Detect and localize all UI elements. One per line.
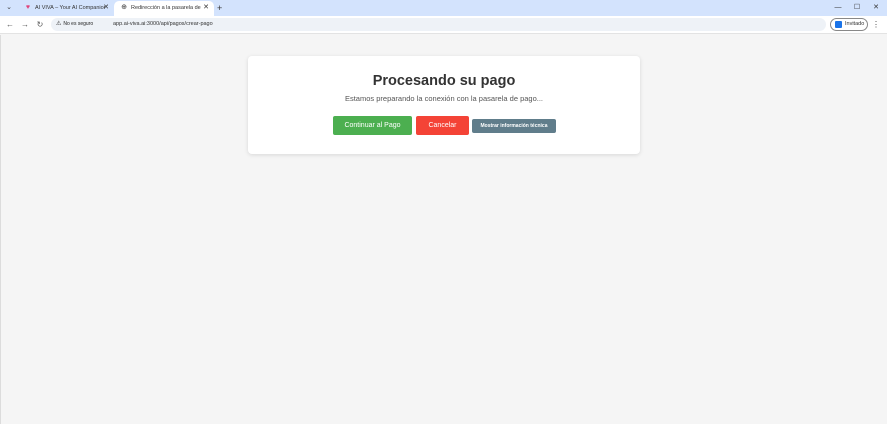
browser-titlebar: ⌄ ♥ AI VIVA – Your AI Companion f ✕ ⊕ Re… [0, 0, 887, 16]
forward-arrow-icon[interactable]: → [19, 19, 31, 31]
profile-avatar-icon [835, 21, 842, 28]
tab-payment-redirect[interactable]: ⊕ Redirección a la pasarela de pa ✕ [114, 1, 214, 16]
warning-icon: ⚠ [56, 21, 62, 27]
tab-title: Redirección a la pasarela de pa [131, 5, 201, 11]
browser-toolbar: ← → ↻ ⚠ No es seguro app.ai-viva.ai:3000/… [0, 16, 887, 34]
profile-label: Invitado [845, 21, 865, 27]
back-arrow-icon[interactable]: ← [4, 19, 16, 31]
close-icon[interactable]: ✕ [103, 1, 109, 15]
page-title: Procesando su pago [372, 73, 516, 89]
browser-menu-icon[interactable]: ⋮ [872, 19, 880, 31]
security-label: No es seguro [63, 21, 94, 27]
maximize-icon[interactable]: ☐ [847, 1, 867, 15]
show-technical-info-button[interactable]: Mostrar información técnica [472, 119, 556, 133]
address-bar[interactable]: ⚠ No es seguro app.ai-viva.ai:3000/api/pa… [51, 18, 826, 31]
security-indicator[interactable]: ⚠ No es seguro [53, 19, 96, 30]
close-icon[interactable]: ✕ [203, 1, 209, 15]
cancel-button[interactable]: Cancelar [416, 116, 469, 135]
page-subtitle: Estamos preparando la conexión con la pa… [344, 94, 544, 103]
tab-title: AI VIVA – Your AI Companion f [35, 5, 105, 11]
continue-payment-button[interactable]: Continuar al Pago [333, 116, 412, 135]
heart-icon: ♥ [25, 4, 31, 11]
minimize-icon[interactable]: — [828, 1, 848, 15]
globe-icon: ⊕ [121, 4, 127, 11]
reload-icon[interactable]: ↻ [34, 19, 46, 31]
page-content: Procesando su pago Estamos preparando la… [0, 35, 887, 424]
tab-ai-viva[interactable]: ♥ AI VIVA – Your AI Companion f ✕ [18, 1, 114, 16]
tab-search-chevron-icon[interactable]: ⌄ [4, 3, 14, 13]
payment-card: Procesando su pago Estamos preparando la… [248, 56, 640, 154]
url-text[interactable]: app.ai-viva.ai:3000/api/pagos/crear-pago [113, 18, 213, 31]
window-close-icon[interactable]: ✕ [866, 1, 886, 15]
profile-button[interactable]: Invitado [830, 18, 868, 31]
new-tab-plus-icon[interactable]: + [217, 1, 222, 15]
